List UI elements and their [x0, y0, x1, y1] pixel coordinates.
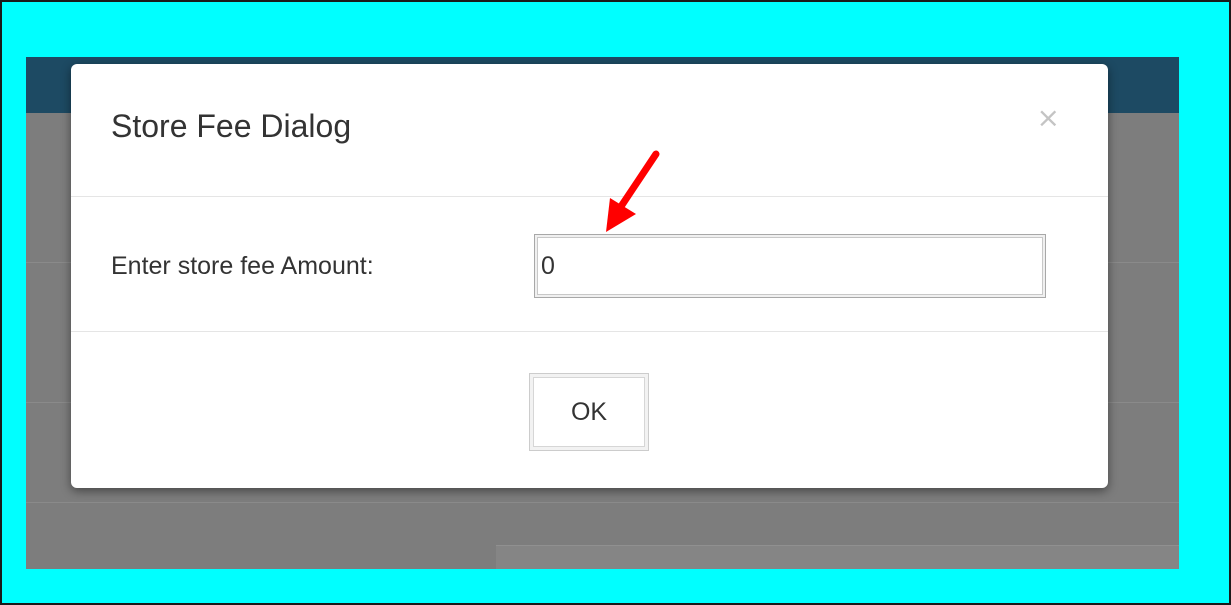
dialog-title: Store Fee Dialog	[111, 108, 352, 144]
store-fee-amount-input[interactable]	[534, 234, 1046, 298]
store-fee-amount-label: Enter store fee Amount:	[111, 252, 374, 280]
backdrop-divider	[26, 502, 1179, 503]
store-fee-dialog: Store Fee Dialog × Enter store fee Amoun…	[71, 64, 1108, 488]
ok-button[interactable]: OK	[529, 373, 649, 451]
dialog-footer: OK	[71, 333, 1108, 488]
close-icon[interactable]: ×	[1037, 104, 1060, 132]
backdrop-panel	[496, 545, 1179, 569]
dialog-body: Enter store fee Amount:	[71, 198, 1108, 332]
dialog-header: Store Fee Dialog ×	[71, 64, 1108, 197]
